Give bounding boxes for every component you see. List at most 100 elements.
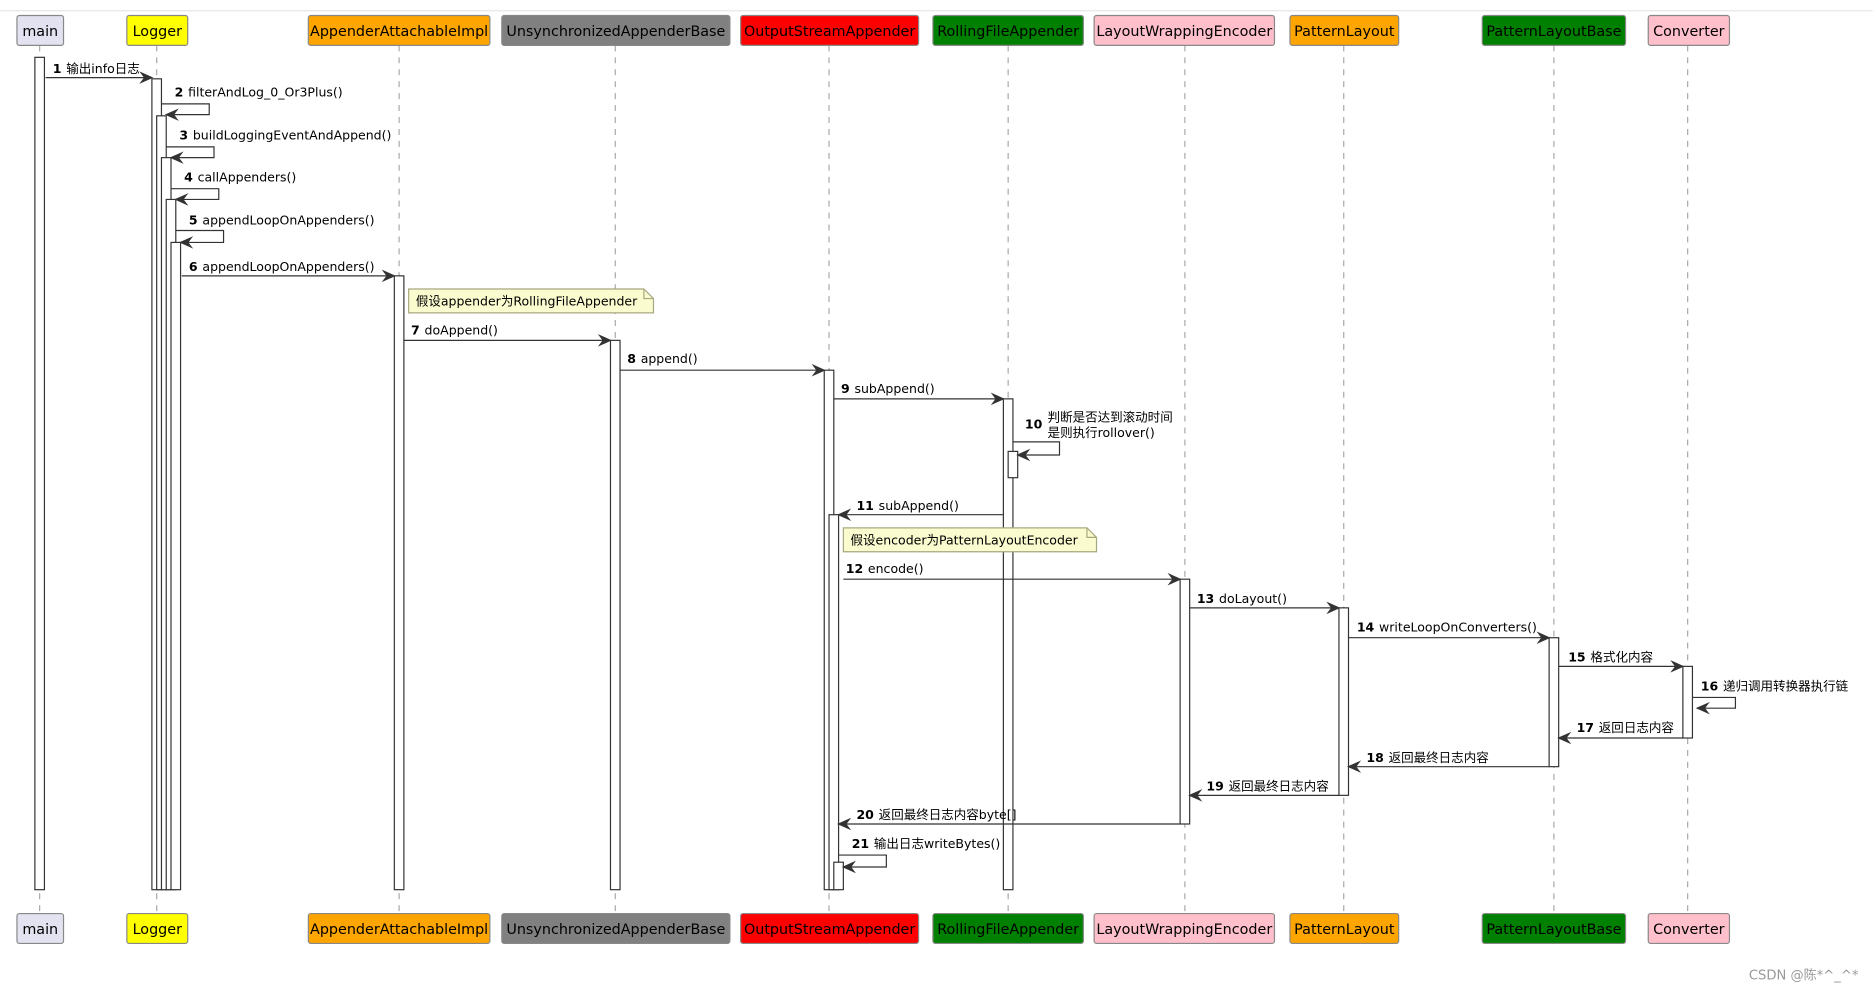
message-label: 17 返回日志内容 bbox=[1577, 720, 1674, 735]
note-text: 假设encoder为PatternLayoutEncoder bbox=[851, 533, 1079, 548]
self-message-arrow bbox=[1012, 441, 1061, 456]
message-number: 9 bbox=[841, 381, 850, 396]
activation-bar-conv bbox=[1682, 665, 1694, 739]
participant-label: PatternLayout bbox=[1294, 922, 1395, 938]
message-label: 1 输出info日志 bbox=[53, 61, 140, 76]
participant-label: Converter bbox=[1653, 24, 1724, 40]
message-label: 16 递归调用转换器执行链 bbox=[1701, 678, 1849, 693]
message-label: 7 doAppend() bbox=[411, 322, 498, 337]
message-number: 4 bbox=[184, 170, 193, 185]
participant-label: PatternLayoutBase bbox=[1486, 24, 1621, 40]
message-label: 4 callAppenders() bbox=[184, 170, 296, 185]
participant-label: main bbox=[22, 922, 58, 938]
message-4[interactable]: 4 callAppenders() bbox=[171, 170, 296, 206]
message-text: appendLoopOnAppenders() bbox=[202, 213, 374, 228]
message-10[interactable]: 10 判断是否达到滚动时间是则执行rollover() bbox=[1012, 410, 1173, 462]
participant-pl-top[interactable]: PatternLayout bbox=[1289, 14, 1400, 46]
message-text: 输出日志writeBytes() bbox=[874, 836, 1000, 851]
message-text: 格式化内容 bbox=[1590, 650, 1653, 665]
message-text: filterAndLog_0_Or3Plus() bbox=[188, 85, 343, 100]
message-8[interactable]: 8 append() bbox=[620, 351, 826, 377]
message-number: 21 bbox=[852, 836, 869, 851]
message-16[interactable]: 16 递归调用转换器执行链 bbox=[1692, 678, 1849, 715]
note: 假设encoder为PatternLayoutEncoder bbox=[842, 527, 1098, 553]
message-text: appendLoopOnAppenders() bbox=[202, 259, 374, 274]
participant-label: UnsynchronizedAppenderBase bbox=[506, 24, 725, 40]
participant-osa-bottom[interactable]: OutputStreamAppender bbox=[740, 912, 920, 945]
message-label: 18 返回最终日志内容 bbox=[1366, 750, 1488, 765]
participant-pl-bottom[interactable]: PatternLayout bbox=[1289, 912, 1400, 945]
message-1[interactable]: 1 输出info日志 bbox=[45, 61, 154, 84]
message-text: callAppenders() bbox=[198, 170, 297, 185]
message-18[interactable]: 18 返回最终日志内容 bbox=[1347, 750, 1550, 773]
message-6[interactable]: 6 appendLoopOnAppenders() bbox=[181, 259, 396, 283]
message-3[interactable]: 3 buildLoggingEventAndAppend() bbox=[166, 128, 391, 164]
participant-conv-bottom[interactable]: Converter bbox=[1647, 912, 1731, 945]
message-label: 9 subAppend() bbox=[841, 381, 935, 396]
participant-uab-bottom[interactable]: UnsynchronizedAppenderBase bbox=[501, 912, 731, 945]
participant-lwe-top[interactable]: LayoutWrappingEncoder bbox=[1093, 14, 1276, 46]
note: 假设appender为RollingFileAppender bbox=[408, 288, 655, 314]
message-15[interactable]: 15 格式化内容 bbox=[1558, 650, 1685, 673]
note-text: 假设appender为RollingFileAppender bbox=[416, 294, 638, 309]
message-number: 19 bbox=[1206, 779, 1223, 794]
self-message-arrow bbox=[838, 854, 887, 868]
participant-label: OutputStreamAppender bbox=[744, 24, 915, 40]
message-number: 11 bbox=[856, 498, 873, 513]
message-text: 返回最终日志内容 bbox=[1229, 779, 1329, 794]
message-label: 14 writeLoopOnConverters() bbox=[1357, 620, 1537, 635]
participant-osa-top[interactable]: OutputStreamAppender bbox=[740, 14, 920, 46]
participant-rfa-top[interactable]: RollingFileAppender bbox=[932, 14, 1084, 46]
message-text: doLayout() bbox=[1219, 591, 1287, 606]
participant-logger-bottom[interactable]: Logger bbox=[126, 912, 189, 945]
self-message-arrow bbox=[175, 229, 225, 244]
activation-bar-pl bbox=[1338, 607, 1350, 796]
participant-main-bottom[interactable]: main bbox=[16, 912, 65, 945]
message-text: subAppend() bbox=[879, 498, 959, 513]
message-text: 返回日志内容 bbox=[1599, 720, 1674, 735]
participant-label: AppenderAttachableImpl bbox=[310, 922, 488, 938]
participant-plb-top[interactable]: PatternLayoutBase bbox=[1481, 14, 1627, 46]
message-label-line2: 是则执行rollover() bbox=[1048, 425, 1155, 440]
message-9[interactable]: 9 subAppend() bbox=[833, 381, 1005, 406]
sequence-diagram: 1 输出info日志 2 filterAndLog_0_Or3Plus() 3 build… bbox=[0, 10, 1873, 983]
message-21[interactable]: 21 输出日志writeBytes() bbox=[838, 836, 1001, 874]
message-text: encode() bbox=[868, 561, 924, 576]
message-17[interactable]: 17 返回日志内容 bbox=[1557, 720, 1683, 745]
participant-label: RollingFileAppender bbox=[937, 922, 1079, 938]
participant-main-top[interactable]: main bbox=[16, 14, 65, 46]
message-label: 8 append() bbox=[627, 351, 697, 366]
message-11[interactable]: 11 subAppend() bbox=[837, 498, 1004, 521]
message-2[interactable]: 2 filterAndLog_0_Or3Plus() bbox=[161, 85, 343, 121]
message-number: 3 bbox=[179, 128, 188, 143]
message-19[interactable]: 19 返回最终日志内容 bbox=[1188, 779, 1339, 802]
message-text: writeLoopOnConverters() bbox=[1379, 620, 1537, 635]
message-number: 15 bbox=[1568, 650, 1585, 665]
message-text: 返回最终日志内容 bbox=[1389, 750, 1489, 765]
participant-logger-top[interactable]: Logger bbox=[126, 14, 189, 46]
participant-aai-bottom[interactable]: AppenderAttachableImpl bbox=[307, 912, 491, 945]
message-number: 18 bbox=[1366, 750, 1383, 765]
message-14[interactable]: 14 writeLoopOnConverters() bbox=[1348, 620, 1551, 644]
participant-uab-top[interactable]: UnsynchronizedAppenderBase bbox=[501, 14, 731, 46]
message-label: 2 filterAndLog_0_Or3Plus() bbox=[175, 85, 343, 100]
message-number: 7 bbox=[411, 322, 420, 337]
participant-lwe-bottom[interactable]: LayoutWrappingEncoder bbox=[1093, 912, 1276, 945]
message-label: 13 doLayout() bbox=[1197, 591, 1287, 606]
participant-label: Logger bbox=[133, 24, 183, 40]
message-text: subAppend() bbox=[854, 381, 934, 396]
message-5[interactable]: 5 appendLoopOnAppenders() bbox=[175, 213, 375, 249]
participant-plb-bottom[interactable]: PatternLayoutBase bbox=[1481, 912, 1627, 945]
activation-bar-main bbox=[34, 56, 46, 891]
participant-conv-top[interactable]: Converter bbox=[1647, 14, 1731, 46]
message-13[interactable]: 13 doLayout() bbox=[1189, 591, 1341, 615]
activation-bar-osa bbox=[833, 861, 844, 891]
activation-bar-aai bbox=[393, 275, 405, 891]
participant-aai-top[interactable]: AppenderAttachableImpl bbox=[307, 14, 491, 46]
participant-label: LayoutWrappingEncoder bbox=[1096, 24, 1272, 40]
message-text: 返回最终日志内容byte[] bbox=[879, 807, 1017, 822]
message-7[interactable]: 7 doAppend() bbox=[403, 322, 612, 347]
message-number: 16 bbox=[1701, 678, 1719, 693]
participant-rfa-bottom[interactable]: RollingFileAppender bbox=[932, 912, 1084, 945]
message-number: 8 bbox=[627, 351, 636, 366]
